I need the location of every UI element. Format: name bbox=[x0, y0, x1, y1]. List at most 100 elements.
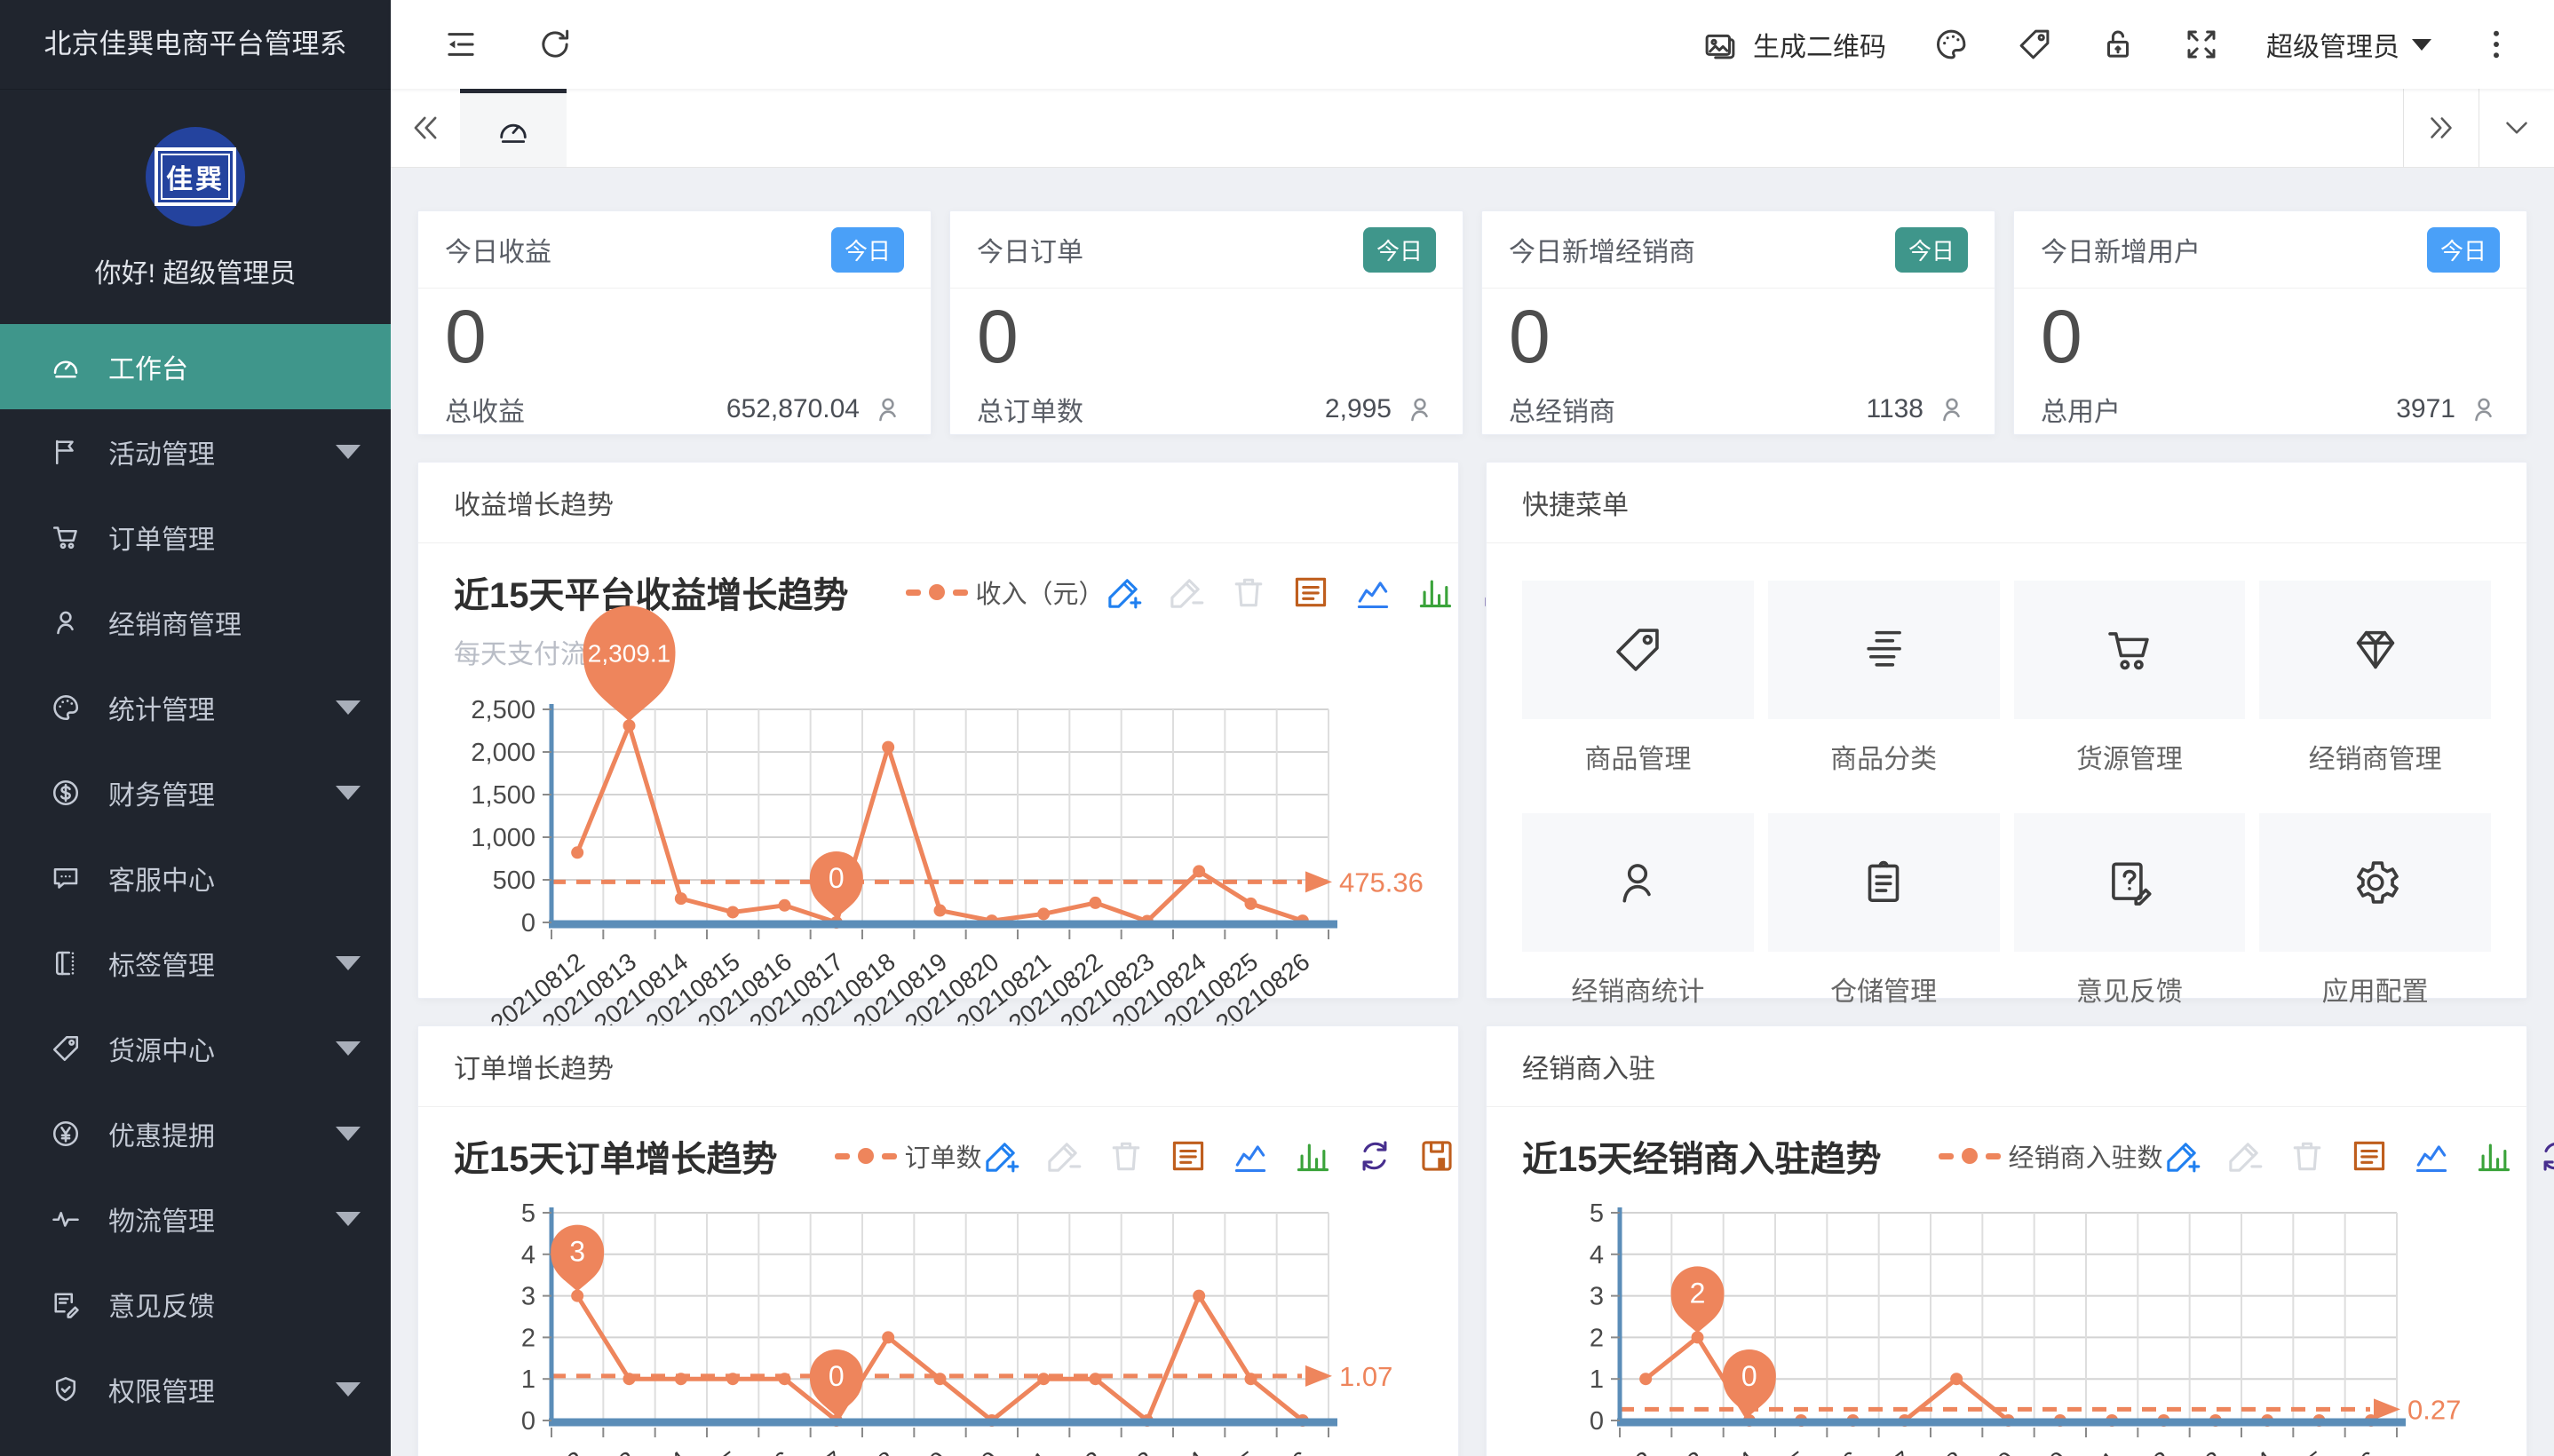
quick-menu-item-2: 货源管理 bbox=[2014, 581, 2246, 776]
svg-text:3: 3 bbox=[569, 1236, 585, 1268]
sidebar-item-13[interactable]: 系统管理 bbox=[0, 1432, 391, 1456]
stat-card-3: 今日新增用户今日0总用户3971 bbox=[2013, 210, 2527, 435]
dealers-chart-title: 近15天经销商入驻趋势 bbox=[1522, 1130, 1882, 1182]
bar-chart-toggle-icon[interactable] bbox=[1416, 573, 1455, 612]
revenue-legend[interactable]: 收入（元） bbox=[906, 574, 1105, 611]
orders-chart-title: 近15天订单增长趋势 bbox=[454, 1130, 778, 1182]
restore-icon[interactable] bbox=[1355, 1136, 1394, 1175]
svg-text:20210820: 20210820 bbox=[1968, 1445, 2072, 1456]
clear-icon[interactable] bbox=[2288, 1136, 2327, 1175]
quick-menu-tile[interactable] bbox=[2014, 813, 2246, 952]
quick-menu-tile[interactable] bbox=[1768, 581, 2000, 719]
tab-dashboard[interactable] bbox=[460, 89, 567, 167]
quick-menu-label: 商品管理 bbox=[1522, 737, 1754, 776]
quick-menu-tile[interactable] bbox=[1522, 813, 1754, 952]
bar-chart-toggle-icon[interactable] bbox=[1293, 1136, 1332, 1175]
edit-add-icon[interactable] bbox=[2163, 1136, 2202, 1175]
quick-menu-tile[interactable] bbox=[2014, 581, 2246, 719]
quick-menu-tile[interactable] bbox=[1522, 581, 1754, 719]
save-image-icon[interactable] bbox=[1417, 1136, 1456, 1175]
sidebar-item-1[interactable]: 活动管理 bbox=[0, 409, 391, 495]
data-view-icon[interactable] bbox=[2350, 1136, 2389, 1175]
sidebar-item-3[interactable]: 经销商管理 bbox=[0, 580, 391, 665]
sidebar-item-4[interactable]: 统计管理 bbox=[0, 665, 391, 750]
stat-card-title: 今日收益 bbox=[445, 230, 551, 269]
quick-menu-panel: 快捷菜单 商品管理商品分类货源管理经销商管理经销商统计仓储管理意见反馈应用配置 bbox=[1486, 462, 2527, 999]
sidebar-item-7[interactable]: 标签管理 bbox=[0, 921, 391, 1006]
svg-text:20210823: 20210823 bbox=[2123, 1445, 2227, 1456]
edit-add-icon[interactable] bbox=[1105, 573, 1144, 612]
svg-text:0: 0 bbox=[829, 1360, 845, 1392]
orders-legend[interactable]: 订单数 bbox=[835, 1137, 982, 1175]
dealers-legend[interactable]: 经销商入驻数 bbox=[1939, 1137, 2163, 1175]
topbar-left bbox=[442, 26, 574, 63]
chart-toolbox bbox=[982, 1136, 1456, 1175]
quick-menu-tile[interactable] bbox=[2259, 813, 2491, 952]
clear-icon[interactable] bbox=[1229, 573, 1268, 612]
revenue-line-chart: 475.3605001,0001,5002,0002,5002021081220… bbox=[454, 678, 1424, 1007]
user-name: 超级管理员 bbox=[2266, 25, 2399, 64]
line-chart-toggle-icon[interactable] bbox=[2412, 1136, 2451, 1175]
dealers-legend-label: 经销商入驻数 bbox=[2009, 1137, 2163, 1175]
svg-text:20210822: 20210822 bbox=[1003, 1445, 1107, 1456]
svg-text:20210824: 20210824 bbox=[2176, 1445, 2280, 1456]
scroll-tabs-right-button[interactable] bbox=[2403, 89, 2479, 167]
collapse-menu-button[interactable] bbox=[442, 26, 480, 63]
chart-toolbox bbox=[2163, 1136, 2554, 1175]
tab-options-button[interactable] bbox=[2479, 89, 2554, 167]
sidebar-item-5[interactable]: 财务管理 bbox=[0, 750, 391, 835]
svg-text:20210813: 20210813 bbox=[537, 1445, 641, 1456]
svg-text:1: 1 bbox=[1590, 1365, 1604, 1394]
topbar: 生成二维码 超级管理员 bbox=[391, 0, 2554, 89]
edit-remove-icon[interactable] bbox=[1167, 573, 1206, 612]
dealers-chart: 0.27012345202108122021081320210814202108… bbox=[1522, 1189, 2491, 1456]
sidebar-item-9[interactable]: 优惠提拥 bbox=[0, 1091, 391, 1176]
svg-text:2,000: 2,000 bbox=[471, 739, 535, 767]
line-chart-toggle-icon[interactable] bbox=[1353, 573, 1392, 612]
refresh-button[interactable] bbox=[536, 26, 574, 63]
chevron-down-icon bbox=[2412, 39, 2431, 51]
user-menu[interactable]: 超级管理员 bbox=[2266, 25, 2431, 64]
sidebar-item-8[interactable]: 货源中心 bbox=[0, 1006, 391, 1091]
bar-chart-toggle-icon[interactable] bbox=[2474, 1136, 2513, 1175]
legend-marker-icon bbox=[858, 1148, 874, 1164]
sidebar-item-12[interactable]: 权限管理 bbox=[0, 1347, 391, 1432]
sidebar-item-11[interactable]: 意见反馈 bbox=[0, 1262, 391, 1347]
quick-menu-tile[interactable] bbox=[1768, 813, 2000, 952]
sidebar-item-6[interactable]: 客服中心 bbox=[0, 835, 391, 921]
edit-remove-icon[interactable] bbox=[1044, 1136, 1083, 1175]
quick-menu-label: 经销商统计 bbox=[1522, 969, 1754, 1009]
sidebar-item-0[interactable]: 工作台 bbox=[0, 324, 391, 409]
fullscreen-button[interactable] bbox=[2183, 26, 2220, 63]
stat-card-title: 今日订单 bbox=[977, 230, 1083, 269]
revenue-section-title: 收益增长趋势 bbox=[418, 463, 1458, 543]
sidebar-item-10[interactable]: 物流管理 bbox=[0, 1176, 391, 1262]
svg-text:20210817: 20210817 bbox=[744, 1445, 848, 1456]
more-options-button[interactable] bbox=[2478, 26, 2515, 63]
generate-qrcode-button[interactable]: 生成二维码 bbox=[1701, 25, 1886, 64]
theme-palette-button[interactable] bbox=[1932, 26, 1970, 63]
image-icon bbox=[1701, 26, 1739, 63]
legend-marker-icon bbox=[1939, 1153, 1954, 1159]
quick-menu-tile[interactable] bbox=[2259, 581, 2491, 719]
svg-text:0.27: 0.27 bbox=[2407, 1394, 2461, 1425]
svg-text:20210816: 20210816 bbox=[693, 1445, 797, 1456]
tag-button[interactable] bbox=[2016, 26, 2053, 63]
sidebar-item-label: 优惠提拥 bbox=[108, 1114, 215, 1153]
data-view-icon[interactable] bbox=[1291, 573, 1330, 612]
edit-add-icon[interactable] bbox=[982, 1136, 1021, 1175]
scroll-tabs-left-button[interactable] bbox=[391, 89, 460, 167]
sidebar-item-2[interactable]: 订单管理 bbox=[0, 495, 391, 580]
svg-text:20210825: 20210825 bbox=[2227, 1445, 2331, 1456]
svg-text:20210824: 20210824 bbox=[1107, 1445, 1211, 1456]
edit-remove-icon[interactable] bbox=[2225, 1136, 2264, 1175]
restore-icon[interactable] bbox=[2536, 1136, 2554, 1175]
stat-card-value: 0 bbox=[1509, 296, 1968, 377]
line-chart-toggle-icon[interactable] bbox=[1231, 1136, 1270, 1175]
data-view-icon[interactable] bbox=[1169, 1136, 1208, 1175]
quick-menu-label: 意见反馈 bbox=[2014, 969, 2246, 1009]
clear-icon[interactable] bbox=[1106, 1136, 1146, 1175]
chevron-down-icon bbox=[336, 786, 361, 800]
lock-screen-button[interactable] bbox=[2099, 26, 2137, 63]
kebab-menu-icon bbox=[2478, 26, 2515, 63]
